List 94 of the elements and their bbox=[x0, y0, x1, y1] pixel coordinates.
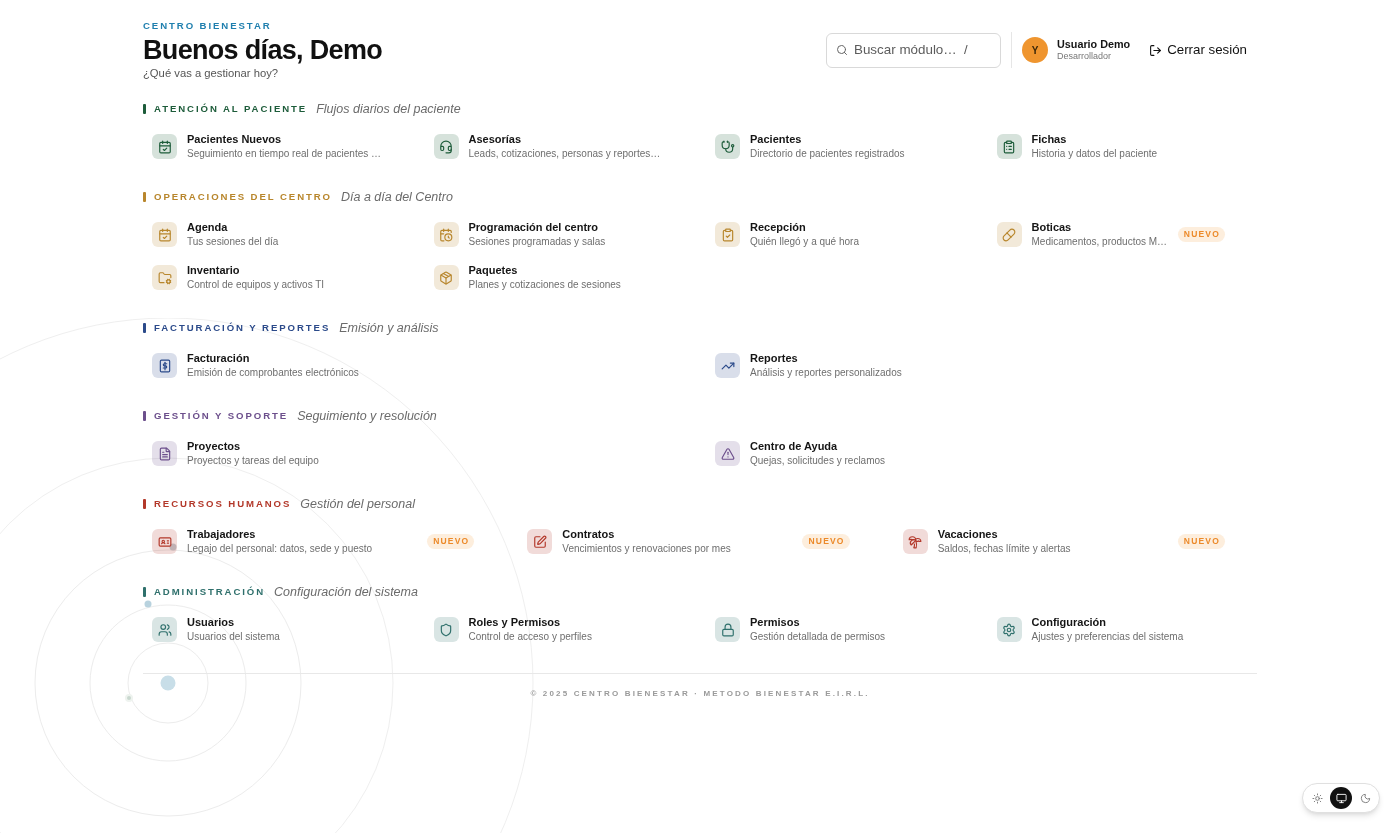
pill-icon bbox=[996, 222, 1022, 247]
module-description: Vencimientos y renovaciones por mes bbox=[562, 542, 731, 556]
module-description: Análisis y reportes personalizados bbox=[750, 366, 902, 380]
brand-label: CENTRO BIENESTAR bbox=[143, 20, 272, 32]
shield-icon bbox=[433, 617, 459, 642]
search-icon bbox=[836, 44, 848, 56]
module-title[interactable]: Facturación bbox=[187, 351, 250, 366]
dollar-document-icon bbox=[152, 353, 177, 378]
search-input[interactable]: Buscar módulo… bbox=[854, 39, 962, 61]
module-title[interactable]: Boticas bbox=[1031, 220, 1072, 235]
module-description: Leads, cotizaciones, personas y reportes… bbox=[468, 147, 661, 161]
module-description: Seguimiento en tiempo real de pacientes … bbox=[187, 147, 381, 161]
module-description: Quejas, solicitudes y reclamos bbox=[750, 454, 886, 468]
clipboard-list-icon bbox=[996, 134, 1022, 159]
module-description: Legajo del personal: datos, sede y puesto bbox=[187, 542, 373, 556]
clipboard-check-icon bbox=[715, 222, 740, 247]
module-description: Planes y cotizaciones de sesiones bbox=[468, 278, 621, 292]
folder-gear-icon bbox=[152, 265, 177, 290]
section-subtitle: Día a día del Centro bbox=[341, 188, 453, 206]
module-description: Saldos, fechas límite y alertas bbox=[937, 542, 1071, 556]
section-title: OPERACIONES DEL CENTRO bbox=[154, 189, 332, 204]
module-description: Directorio de pacientes registrados bbox=[750, 147, 905, 161]
module-title[interactable]: Roles y Permisos bbox=[468, 615, 561, 630]
module-title[interactable]: Permisos bbox=[750, 615, 800, 630]
module-description: Gestión detallada de permisos bbox=[750, 630, 886, 644]
module-description: Usuarios del sistema bbox=[187, 630, 280, 644]
module-description: Medicamentos, productos M… bbox=[1031, 235, 1168, 249]
module-title[interactable]: Vacaciones bbox=[937, 527, 998, 542]
module-title[interactable]: Programación del centro bbox=[468, 220, 599, 235]
section-title: RECURSOS HUMANOS bbox=[154, 496, 292, 511]
module-title[interactable]: Pacientes Nuevos bbox=[187, 132, 282, 147]
section-subtitle: Configuración del sistema bbox=[274, 583, 418, 601]
module-description: Sesiones programadas y salas bbox=[468, 235, 606, 249]
stethoscope-icon bbox=[715, 134, 740, 159]
module-description: Tus sesiones del día bbox=[187, 235, 279, 249]
module-title[interactable]: Fichas bbox=[1031, 132, 1067, 147]
module-title[interactable]: Reportes bbox=[750, 351, 798, 366]
section-subtitle: Seguimiento y resolución bbox=[297, 407, 437, 425]
pen-square-icon bbox=[527, 529, 553, 554]
logout-icon bbox=[1149, 43, 1163, 57]
user-name: Usuario Demo bbox=[1057, 38, 1131, 51]
palm-tree-icon bbox=[902, 529, 928, 554]
greeting-heading: Buenos días, Demo bbox=[143, 35, 383, 66]
section-title: ADMINISTRACIÓN bbox=[154, 584, 266, 599]
user-avatar: Y bbox=[1022, 37, 1048, 63]
section-subtitle: Gestión del personal bbox=[300, 495, 415, 513]
settings-icon bbox=[996, 617, 1022, 642]
module-title[interactable]: Usuarios bbox=[187, 615, 235, 630]
module-title[interactable]: Configuración bbox=[1031, 615, 1107, 630]
module-description: Historia y datos del paciente bbox=[1031, 147, 1158, 161]
new-badge: NUEVO bbox=[427, 534, 475, 549]
module-description: Proyectos y tareas del equipo bbox=[187, 454, 319, 468]
module-title[interactable]: Inventario bbox=[187, 263, 240, 278]
new-badge: NUEVO bbox=[1177, 534, 1225, 549]
new-badge: NUEVO bbox=[1177, 227, 1225, 242]
module-description: Ajustes y preferencias del sistema bbox=[1031, 630, 1184, 644]
search-field[interactable]: Buscar módulo… / bbox=[826, 32, 1001, 68]
module-title[interactable]: Asesorías bbox=[468, 132, 522, 147]
new-badge: NUEVO bbox=[802, 534, 850, 549]
id-card-icon bbox=[152, 529, 177, 554]
users-icon bbox=[152, 617, 177, 642]
lock-icon bbox=[715, 617, 740, 642]
section-title: ATENCIÓN AL PACIENTE bbox=[154, 101, 308, 116]
module-description: Control de equipos y activos TI bbox=[187, 278, 325, 292]
module-title[interactable]: Centro de Ayuda bbox=[750, 439, 838, 454]
calendar-check-icon bbox=[152, 134, 177, 159]
module-title[interactable]: Trabajadores bbox=[187, 527, 256, 542]
monitor-icon bbox=[1335, 792, 1347, 804]
theme-button[interactable] bbox=[1330, 787, 1352, 809]
module-title[interactable]: Pacientes bbox=[750, 132, 802, 147]
module-title[interactable]: Paquetes bbox=[468, 263, 518, 278]
module-title[interactable]: Recepción bbox=[750, 220, 806, 235]
section-title: FACTURACIÓN Y REPORTES bbox=[154, 320, 331, 335]
module-description: Quién llegó y a qué hora bbox=[750, 235, 859, 249]
sun-icon bbox=[1311, 792, 1323, 804]
module-description: Control de acceso y perfiles bbox=[468, 630, 592, 644]
calendar-check-icon bbox=[152, 222, 177, 247]
section-subtitle: Flujos diarios del paciente bbox=[316, 100, 461, 118]
module-description: Emisión de comprobantes electrónicos bbox=[187, 366, 359, 380]
shortcut-hint: / bbox=[964, 41, 968, 60]
module-title[interactable]: Contratos bbox=[562, 527, 615, 542]
footer-copyright: © 2025 CENTRO BIENESTAR · METODO BIENESTAR E.I.R.L. bbox=[530, 689, 870, 699]
section-subtitle: Emisión y análisis bbox=[339, 319, 439, 337]
module-title[interactable]: Agenda bbox=[187, 220, 228, 235]
package-icon bbox=[433, 265, 459, 290]
document-icon bbox=[152, 441, 177, 466]
module-title[interactable]: Proyectos bbox=[187, 439, 241, 454]
greeting-subtitle: ¿Qué vas a gestionar hoy? bbox=[143, 66, 279, 80]
calendar-clock-icon bbox=[433, 222, 459, 247]
logout-button[interactable]: Cerrar sesión bbox=[1139, 34, 1257, 66]
headset-icon bbox=[433, 134, 459, 159]
section-title: GESTIÓN Y SOPORTE bbox=[154, 408, 289, 423]
moon-icon bbox=[1359, 792, 1371, 804]
user-role: Desarrollador bbox=[1057, 51, 1111, 62]
